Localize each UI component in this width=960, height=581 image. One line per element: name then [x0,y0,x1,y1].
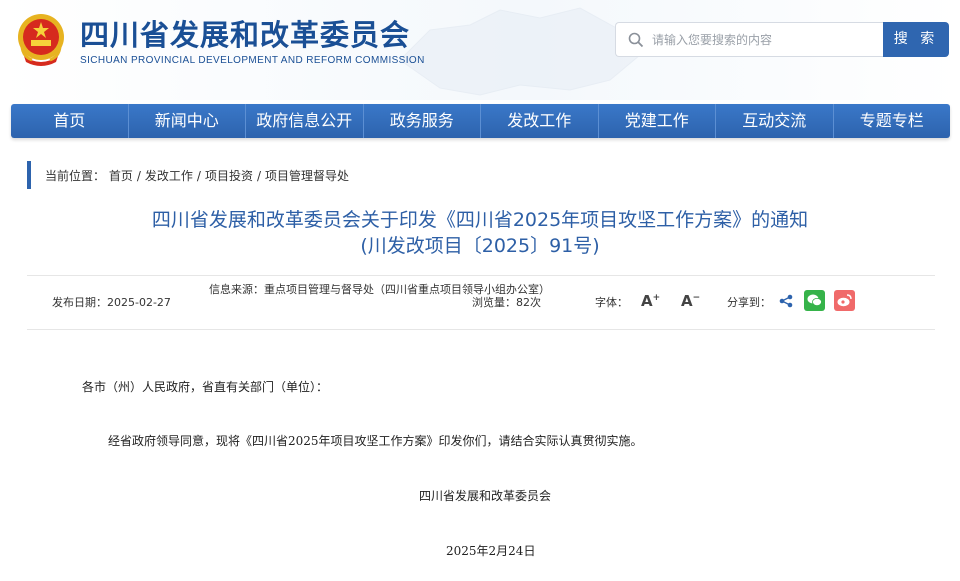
sign-date: 2025年2月24日 [446,544,536,558]
breadcrumb: 当前位置： 首页 / 发改工作 / 项目投资 / 项目管理督导处 [45,169,350,183]
breadcrumb-reform-work[interactable]: 发改工作 [145,169,193,183]
wechat-share-icon[interactable] [804,290,825,311]
search-input[interactable] [652,23,877,56]
nav-item-reform-work[interactable]: 发改工作 [480,104,598,138]
info-source: 信息来源：重点项目管理与督导处（四川省重点项目领导小组办公室） [209,283,550,296]
salutation: 各市（州）人民政府，省直有关部门（单位）： [82,380,329,394]
breadcrumb-project-investment[interactable]: 项目投资 [205,169,253,183]
nav-item-gov-info[interactable]: 政府信息公开 [245,104,363,138]
main-nav: 首页 新闻中心 政府信息公开 政务服务 发改工作 党建工作 互动交流 专题专栏 [11,104,950,138]
national-emblem-icon [18,14,64,66]
share-label: 分享到： [727,296,771,309]
nav-item-home[interactable]: 首页 [11,104,128,138]
font-increase-button[interactable]: A+ [641,292,660,310]
site-header: 四川省发展和改革委员会 SICHUAN PROVINCIAL DEVELOPME… [0,0,960,100]
view-count: 浏览量：82次 [472,296,541,309]
search-box [615,22,883,57]
breadcrumb-marker [27,161,31,189]
nav-item-party[interactable]: 党建工作 [597,104,716,138]
article-title: 四川省发展和改革委员会关于印发《四川省2025年项目攻坚工作方案》的通知 (川发… [30,207,930,259]
breadcrumb-home[interactable]: 首页 [109,169,133,183]
share-icon[interactable] [779,294,793,308]
body-paragraph: 经省政府领导同意，现将《四川省2025年项目攻坚工作方案》印发你们，请结合实际认… [108,434,643,448]
article-meta: 发布日期：2025-02-27 信息来源：重点项目管理与督导处（四川省重点项目领… [27,275,935,330]
search-button[interactable]: 搜 索 [883,22,949,57]
weibo-share-icon[interactable] [834,290,855,311]
publish-date: 发布日期：2025-02-27 [52,296,171,309]
font-size-label: 字体： [595,296,628,309]
signature: 四川省发展和改革委员会 [419,489,552,503]
article-title-main: 四川省发展和改革委员会关于印发《四川省2025年项目攻坚工作方案》的通知 [151,209,809,231]
breadcrumb-current[interactable]: 项目管理督导处 [265,169,349,183]
nav-item-services[interactable]: 政务服务 [362,104,481,138]
article-doc-number: (川发改项目〔2025〕91号) [360,235,600,257]
nav-item-news[interactable]: 新闻中心 [127,104,246,138]
search-icon [628,32,644,48]
font-decrease-button[interactable]: A− [681,292,700,310]
nav-item-interaction[interactable]: 互动交流 [715,104,833,138]
org-name-cn: 四川省发展和改革委员会 [80,18,411,52]
breadcrumb-label: 当前位置： [45,169,106,183]
nav-item-topics[interactable]: 专题专栏 [832,104,951,138]
org-name-en: SICHUAN PROVINCIAL DEVELOPMENT AND REFOR… [80,55,425,66]
